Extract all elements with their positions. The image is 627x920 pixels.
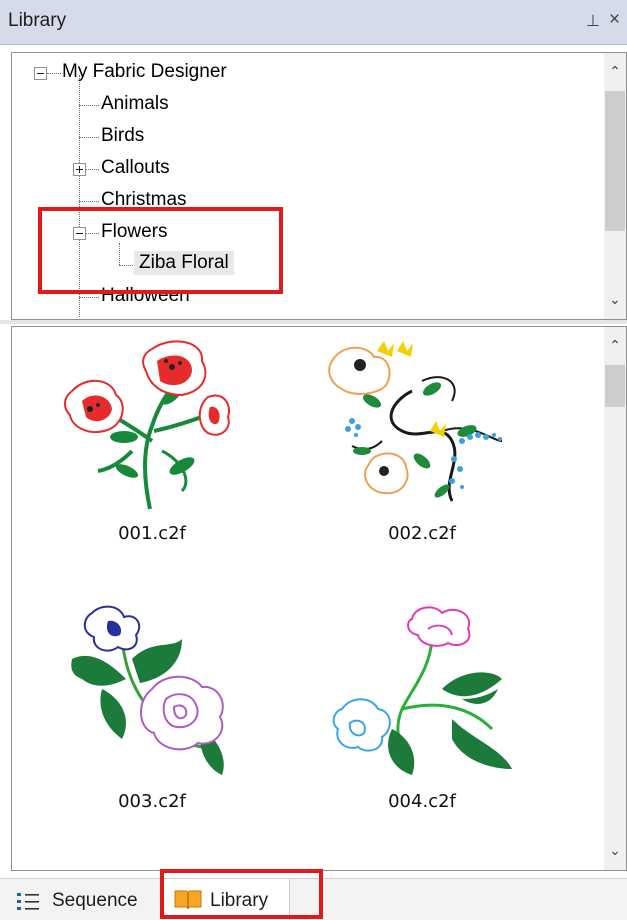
design-gallery[interactable]: 001.c2f 002.c2f 003.c2f 004.c2f ⌃ ⌄ bbox=[11, 326, 627, 871]
tab-library-label: Library bbox=[210, 890, 269, 911]
scroll-up-icon[interactable]: ⌃ bbox=[604, 337, 626, 357]
list-icon bbox=[17, 893, 39, 910]
tree-item-callouts[interactable]: Callouts bbox=[101, 157, 170, 179]
panel-titlebar: Library ⊥ × bbox=[0, 0, 627, 45]
pansy-peony-icon bbox=[71, 605, 224, 775]
gallery-item[interactable]: 004.c2f bbox=[302, 599, 542, 839]
tab-library[interactable]: Library bbox=[163, 879, 290, 920]
panel-title: Library bbox=[8, 10, 67, 31]
gallery-item[interactable]: 002.c2f bbox=[302, 331, 542, 571]
tree-line bbox=[47, 73, 61, 74]
tree-item-birds[interactable]: Birds bbox=[101, 125, 144, 147]
tree-item-halloween[interactable]: Halloween bbox=[101, 285, 190, 307]
close-icon[interactable]: × bbox=[609, 9, 620, 31]
poppy-swirl-vine-icon bbox=[328, 341, 503, 502]
gallery-item[interactable]: 003.c2f bbox=[32, 599, 272, 839]
poppy-bouquet-icon bbox=[64, 340, 230, 510]
scroll-thumb[interactable] bbox=[605, 91, 625, 231]
gallery-item-caption: 001.c2f bbox=[118, 523, 186, 544]
tree-item-christmas[interactable]: Christmas bbox=[101, 189, 187, 211]
tree-line bbox=[85, 233, 99, 234]
scroll-up-icon[interactable]: ⌃ bbox=[604, 63, 626, 83]
tab-sequence-label: Sequence bbox=[52, 890, 138, 911]
panel-splitter[interactable] bbox=[0, 320, 627, 324]
tree-item-flowers[interactable]: Flowers bbox=[101, 221, 168, 243]
bottom-tab-bar: Sequence Library bbox=[0, 878, 627, 920]
tree-line bbox=[79, 137, 99, 138]
pin-icon[interactable]: ⊥ bbox=[586, 11, 600, 31]
tree-line bbox=[79, 297, 99, 298]
tree-scrollbar[interactable]: ⌃ ⌄ bbox=[604, 53, 626, 319]
tree-line bbox=[79, 201, 99, 202]
tree-item-animals[interactable]: Animals bbox=[101, 93, 169, 115]
tree-item-ziba-floral[interactable]: Ziba Floral bbox=[134, 251, 234, 275]
tree-line bbox=[119, 243, 120, 265]
gallery-item-caption: 002.c2f bbox=[388, 523, 456, 544]
book-icon bbox=[174, 890, 202, 910]
tree-line bbox=[79, 75, 80, 317]
expand-icon[interactable] bbox=[73, 163, 86, 176]
tree-root-item[interactable]: My Fabric Designer bbox=[62, 61, 227, 83]
gallery-item-caption: 004.c2f bbox=[388, 791, 456, 812]
category-tree[interactable]: My Fabric Designer Animals Birds Callout… bbox=[11, 52, 627, 320]
tree-line bbox=[79, 105, 99, 106]
scroll-down-icon[interactable]: ⌄ bbox=[604, 842, 626, 862]
tab-sequence[interactable]: Sequence bbox=[8, 879, 158, 920]
collapse-icon[interactable] bbox=[34, 67, 47, 80]
gallery-item[interactable]: 001.c2f bbox=[32, 331, 272, 571]
carnation-leaf-vine-icon bbox=[332, 606, 512, 775]
gallery-scrollbar[interactable]: ⌃ ⌄ bbox=[604, 327, 626, 870]
collapse-icon[interactable] bbox=[73, 227, 86, 240]
gallery-item-caption: 003.c2f bbox=[118, 791, 186, 812]
scroll-down-icon[interactable]: ⌄ bbox=[604, 291, 626, 311]
scroll-thumb[interactable] bbox=[605, 365, 625, 407]
tree-line bbox=[85, 169, 99, 170]
